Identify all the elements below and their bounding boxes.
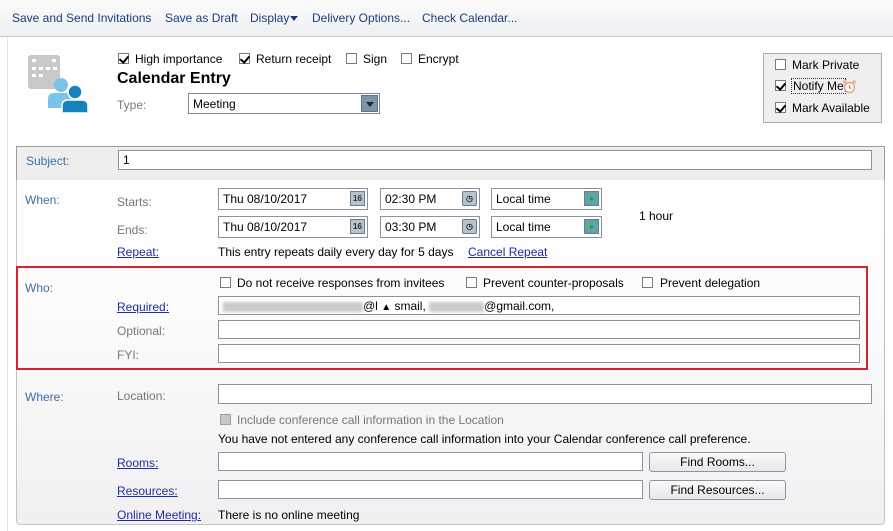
prevent-counter-proposals-label: Prevent counter-proposals <box>483 276 624 290</box>
online-meeting-text: There is no online meeting <box>218 508 360 522</box>
required-input[interactable]: @l ▲ smail, @gmail.com, <box>218 296 860 315</box>
online-meeting-link[interactable]: Online Meeting: <box>117 508 201 522</box>
prevent-counter-proposals-checkbox[interactable] <box>466 277 477 288</box>
notify-me-label: Notify Me <box>791 78 846 94</box>
clock-icon[interactable]: ◷ <box>462 191 477 206</box>
find-resources-button[interactable]: Find Resources... <box>649 480 786 500</box>
mark-available-label: Mark Available <box>792 101 870 115</box>
display-menu-button[interactable]: Display <box>250 11 299 25</box>
notify-me-checkbox[interactable] <box>775 80 786 91</box>
globe-icon[interactable]: ● <box>584 191 599 206</box>
starts-label: Starts: <box>117 195 152 209</box>
required-text-3: @gmail.com, <box>484 299 555 313</box>
left-edge-divider <box>7 37 8 531</box>
subject-label: Subject: <box>26 154 70 168</box>
return-receipt-label: Return receipt <box>256 52 332 66</box>
fyi-label: FYI: <box>117 348 140 362</box>
required-link[interactable]: Required: <box>117 300 169 314</box>
conference-call-note: You have not entered any conference call… <box>218 432 751 446</box>
start-time-value: 02:30 PM <box>385 192 437 206</box>
encrypt-label: Encrypt <box>418 52 459 66</box>
no-responses-checkbox[interactable] <box>220 277 231 288</box>
side-options-panel: Mark Private Notify Me Mark Available <box>763 53 882 123</box>
type-value: Meeting <box>193 97 236 111</box>
delivery-options-button[interactable]: Delivery Options... <box>312 11 410 25</box>
end-timezone-value: Local time <box>496 220 551 234</box>
mark-private-label: Mark Private <box>792 58 860 72</box>
when-label: When: <box>25 193 60 207</box>
conference-call-label: Include conference call information in t… <box>237 413 504 427</box>
start-timezone-value: Local time <box>496 192 551 206</box>
prevent-delegation-label: Prevent delegation <box>660 276 761 290</box>
start-time-input[interactable]: 02:30 PM ◷ <box>380 188 480 210</box>
save-and-send-button[interactable]: Save and Send Invitations <box>12 11 151 25</box>
ends-label: Ends: <box>117 223 148 237</box>
where-label: Where: <box>25 390 64 404</box>
optional-label: Optional: <box>117 324 166 338</box>
required-text-2: smail, <box>394 299 426 313</box>
find-rooms-button[interactable]: Find Rooms... <box>649 452 786 472</box>
clock-icon[interactable]: ◷ <box>462 219 477 234</box>
repeat-link[interactable]: Repeat: <box>117 245 159 259</box>
start-date-input[interactable]: Thu 08/10/2017 16 <box>218 188 368 210</box>
toolbar: Save and Send Invitations Save as Draft … <box>0 0 893 37</box>
check-calendar-button[interactable]: Check Calendar... <box>422 11 517 25</box>
required-text-1: @l <box>363 299 378 313</box>
type-select[interactable]: Meeting <box>188 93 380 114</box>
encrypt-checkbox[interactable] <box>401 53 412 64</box>
chevron-down-icon[interactable] <box>361 95 378 112</box>
start-timezone-input[interactable]: Local time ● <box>491 188 602 210</box>
sign-label: Sign <box>363 52 388 66</box>
mark-private-checkbox[interactable] <box>775 59 786 70</box>
thumbs-up-icon: ▲ <box>381 302 392 313</box>
cancel-repeat-link[interactable]: Cancel Repeat <box>468 245 547 259</box>
type-label: Type: <box>117 98 147 112</box>
optional-input[interactable] <box>218 320 860 339</box>
sign-checkbox[interactable] <box>346 53 357 64</box>
rooms-link[interactable]: Rooms: <box>117 456 158 470</box>
page-title: Calendar Entry <box>117 70 231 87</box>
duration-text: 1 hour <box>639 209 674 223</box>
redacted-text <box>223 301 363 312</box>
mark-available-checkbox[interactable] <box>775 102 786 113</box>
alarm-clock-icon <box>842 79 857 94</box>
end-timezone-input[interactable]: Local time ● <box>491 216 602 238</box>
subject-section: Subject: 1 <box>16 146 885 181</box>
save-as-draft-button[interactable]: Save as Draft <box>165 11 238 25</box>
resources-input[interactable] <box>218 480 643 499</box>
display-label: Display <box>250 11 290 25</box>
calendar-icon[interactable]: 16 <box>350 191 365 206</box>
conference-call-checkbox[interactable] <box>220 414 231 425</box>
who-label: Who: <box>25 281 54 295</box>
location-label: Location: <box>117 389 166 403</box>
no-responses-label: Do not receive responses from invitees <box>237 276 445 290</box>
fyi-input[interactable] <box>218 344 860 363</box>
return-receipt-checkbox[interactable] <box>239 53 250 64</box>
location-input[interactable] <box>218 384 872 404</box>
repeat-description: This entry repeats daily every day for 5… <box>218 245 454 259</box>
end-time-value: 03:30 PM <box>385 220 437 234</box>
redacted-text <box>429 301 485 312</box>
end-date-value: Thu 08/10/2017 <box>223 220 308 234</box>
high-importance-label: High importance <box>135 52 223 66</box>
rooms-input[interactable] <box>218 452 643 471</box>
high-importance-checkbox[interactable] <box>118 53 129 64</box>
calendar-icon[interactable]: 16 <box>350 219 365 234</box>
chevron-down-icon <box>290 16 299 22</box>
calendar-people-icon <box>28 53 89 114</box>
end-time-input[interactable]: 03:30 PM ◷ <box>380 216 480 238</box>
start-date-value: Thu 08/10/2017 <box>223 192 308 206</box>
end-date-input[interactable]: Thu 08/10/2017 16 <box>218 216 368 238</box>
prevent-delegation-checkbox[interactable] <box>642 277 653 288</box>
resources-link[interactable]: Resources: <box>117 484 178 498</box>
subject-input[interactable]: 1 <box>118 150 872 170</box>
globe-icon[interactable]: ● <box>584 219 599 234</box>
